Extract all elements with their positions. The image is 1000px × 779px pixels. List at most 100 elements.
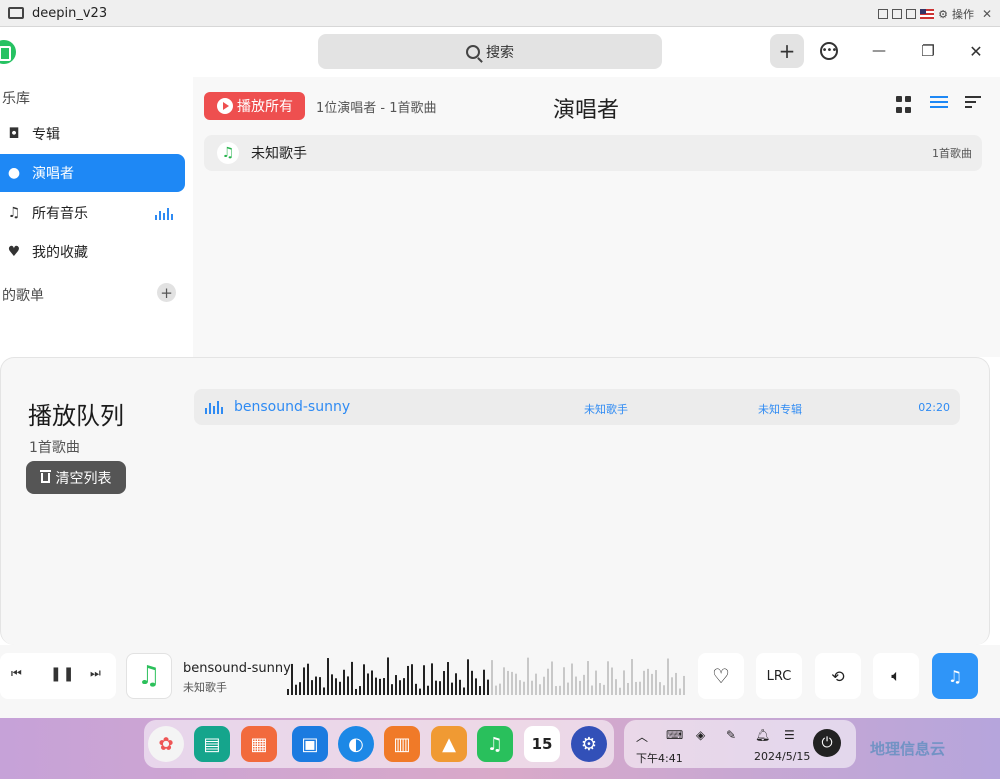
track-album: 未知专辑 (758, 403, 802, 416)
waveform-bar (531, 680, 533, 695)
grid-view-icon[interactable] (896, 96, 914, 114)
sidebar-item-albums[interactable]: ◘ 专辑 (0, 115, 185, 153)
waveform-bar (347, 676, 349, 695)
waveform-bar (515, 673, 517, 695)
waveform-bar (619, 687, 621, 695)
waveform-bar (527, 657, 529, 695)
keyboard-icon[interactable]: ⌨ (666, 728, 683, 742)
artist-row[interactable]: ♫ 未知歌手 1首歌曲 (204, 135, 982, 171)
waveform-bar (443, 671, 445, 695)
play-all-button[interactable]: 播放所有 (204, 92, 305, 120)
vm-close-icon[interactable]: ✕ (982, 7, 992, 21)
gear-icon[interactable]: ⚙ (938, 8, 948, 21)
waveform-bar (635, 681, 637, 695)
app-header: 搜索 + ••• — ❐ ✕ (0, 27, 1000, 77)
search-input[interactable]: 搜索 (318, 34, 662, 69)
waveform-bar (675, 672, 677, 695)
bell-icon[interactable]: 🔔︎ (755, 728, 770, 742)
music-icon[interactable]: ♫ (477, 726, 513, 762)
archive-icon[interactable]: ▥ (384, 726, 420, 762)
previous-icon[interactable]: ⏮ (11, 666, 22, 681)
waveform-bar (611, 667, 613, 695)
track-title: bensound-sunny (234, 399, 351, 415)
close-button[interactable]: ✕ (959, 34, 993, 68)
waveform-bar (295, 684, 297, 695)
maximize-button[interactable]: ❐ (911, 34, 945, 68)
repeat-button[interactable]: ⟲ (815, 653, 861, 699)
waveform-bar (503, 667, 505, 695)
file-manager-icon[interactable]: ▣ (292, 726, 328, 762)
power-icon[interactable]: ⏻ (813, 729, 841, 757)
tray-time[interactable]: 下午4:41 (636, 750, 683, 766)
fit-icon[interactable] (892, 9, 903, 19)
heart-outline-icon: ♡ (712, 664, 730, 688)
watermark-logo: 地理信息云 (870, 740, 946, 758)
vm-controls: ⚙ 操作 (878, 6, 974, 22)
waveform-bar (335, 678, 337, 695)
image-viewer-icon[interactable]: ▲ (431, 726, 467, 762)
sidebar-item-artists[interactable]: ● 演唱者 (0, 154, 185, 192)
next-icon[interactable]: ⏭ (90, 666, 101, 681)
launcher-icon[interactable]: ✿ (148, 726, 184, 762)
screenshot-icon[interactable]: ✎ (726, 728, 736, 742)
waveform-progress[interactable] (287, 651, 685, 697)
sidebar: 乐库 ◘ 专辑 ● 演唱者 ♫ 所有音乐 ♥ 我的收藏 的歌单 + (0, 77, 193, 357)
view-icon[interactable] (878, 9, 889, 19)
waveform-bar (331, 674, 333, 695)
waveform-bar (391, 684, 393, 695)
sidebar-item-favorites[interactable]: ♥ 我的收藏 (0, 233, 185, 271)
settings-icon[interactable]: ⚙ (571, 726, 607, 762)
favorite-button[interactable]: ♡ (698, 653, 744, 699)
queue-track-row[interactable]: bensound-sunny 未知歌手 未知专辑 02:20 (194, 389, 960, 425)
waveform-bar (467, 659, 469, 695)
waveform-bar (539, 684, 541, 695)
search-placeholder: 搜索 (486, 44, 514, 61)
music-app-logo (0, 40, 16, 64)
control-center-icon[interactable]: ☰ (784, 728, 795, 742)
search-icon (466, 44, 480, 59)
waveform-bar (579, 680, 581, 695)
app-store-icon[interactable]: ▦ (241, 726, 277, 762)
clear-queue-button[interactable]: 清空列表 (26, 461, 126, 494)
waveform-bar (463, 687, 465, 695)
volume-button[interactable]: 🔈︎ (873, 653, 919, 699)
menu-button[interactable]: ••• (812, 34, 846, 68)
tray-date[interactable]: 2024/5/15 (754, 750, 810, 763)
waveform-bar (383, 678, 385, 695)
add-playlist-button[interactable]: + (157, 283, 176, 302)
waveform-bar (647, 668, 649, 695)
browser-icon[interactable]: ◐ (338, 726, 374, 762)
terminal-icon[interactable]: ▤ (194, 726, 230, 762)
waveform-bar (575, 676, 577, 695)
play-all-label: 播放所有 (237, 99, 293, 115)
album-cover[interactable]: ♫ (126, 653, 172, 699)
keyboard-layout-flag-icon[interactable] (920, 9, 935, 19)
calendar-icon[interactable]: 15 (524, 726, 560, 762)
waveform-bar (671, 677, 673, 695)
fullscreen-icon[interactable] (906, 9, 917, 19)
waveform-bar (543, 676, 545, 695)
vm-title-bar: deepin_v23 ⚙ 操作 ✕ (0, 0, 1000, 27)
waveform-bar (447, 662, 449, 695)
chevron-up-icon[interactable]: ︿ (636, 728, 648, 745)
sidebar-item-all-music[interactable]: ♫ 所有音乐 (0, 194, 185, 232)
add-button[interactable]: + (770, 34, 804, 68)
queue-button[interactable]: ♫ (932, 653, 978, 699)
lyrics-button[interactable]: LRC (756, 653, 802, 699)
trash-icon (39, 469, 51, 483)
dock: ✿ ▤ ▦ ▣ ◐ ▥ ▲ ♫ 15 ⚙ (144, 720, 614, 768)
sort-icon[interactable] (965, 96, 983, 114)
waveform-bar (387, 657, 389, 695)
vm-action-menu[interactable]: 操作 (952, 6, 974, 22)
minimize-button[interactable]: — (862, 34, 896, 68)
waveform-bar (455, 673, 457, 695)
waveform-bar (603, 684, 605, 695)
waveform-bar (567, 682, 569, 695)
pause-icon[interactable]: ❚❚ (50, 666, 75, 682)
waveform-bar (407, 665, 409, 695)
color-picker-icon[interactable]: ◈ (696, 728, 705, 742)
waveform-bar (327, 658, 329, 695)
list-view-icon[interactable] (930, 96, 948, 114)
maximize-icon: ❐ (921, 42, 935, 60)
waveform-bar (287, 689, 289, 695)
